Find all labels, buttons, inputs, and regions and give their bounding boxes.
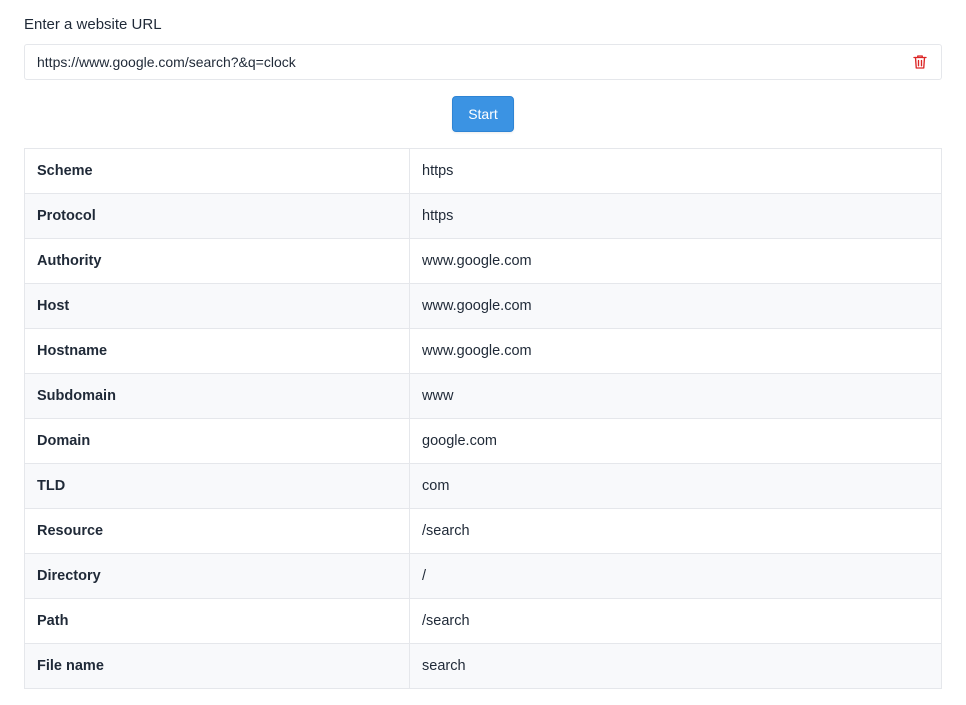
table-row: Authority www.google.com	[24, 238, 942, 284]
result-key: Resource	[24, 508, 410, 554]
url-input-group	[24, 44, 942, 80]
result-key: Authority	[24, 238, 410, 284]
table-row: Directory /	[24, 553, 942, 599]
result-table: Scheme https Protocol https Authority www.goo…	[24, 148, 942, 689]
table-row: Subdomain www	[24, 373, 942, 419]
result-key: Protocol	[24, 193, 410, 239]
table-row: Domain google.com	[24, 418, 942, 464]
result-value: search	[409, 643, 942, 689]
result-key: Directory	[24, 553, 410, 599]
result-key: TLD	[24, 463, 410, 509]
result-key: Host	[24, 283, 410, 329]
trash-icon	[913, 55, 927, 69]
result-value: /	[409, 553, 942, 599]
result-value: https	[409, 148, 942, 194]
result-key: Subdomain	[24, 373, 410, 419]
table-row: Scheme https	[24, 148, 942, 194]
result-key: Scheme	[24, 148, 410, 194]
result-key: Path	[24, 598, 410, 644]
result-value: /search	[409, 598, 942, 644]
table-row: Protocol https	[24, 193, 942, 239]
result-value: www.google.com	[409, 238, 942, 284]
url-label: Enter a website URL	[24, 16, 162, 33]
table-row: Host www.google.com	[24, 283, 942, 329]
url-parser-panel: Enter a website URL Start SchemehttpsPro…	[0, 0, 966, 705]
result-value: google.com	[409, 418, 942, 464]
result-value: www.google.com	[409, 328, 942, 374]
table-row: TLD com	[24, 463, 942, 509]
table-row: File name search	[24, 643, 942, 689]
result-value: /search	[409, 508, 942, 554]
table-row: Hostname www.google.com	[24, 328, 942, 374]
start-button[interactable]: Start	[452, 96, 514, 132]
table-row: Path/search	[24, 598, 942, 644]
table-row: Resource/search	[24, 508, 942, 554]
result-key: File name	[24, 643, 410, 689]
url-input[interactable]	[25, 45, 903, 79]
result-key: Hostname	[24, 328, 410, 374]
clear-url-button[interactable]	[903, 45, 937, 79]
result-key: Domain	[24, 418, 410, 464]
result-value: www.google.com	[409, 283, 942, 329]
result-value: https	[409, 193, 942, 239]
result-value: com	[409, 463, 942, 509]
result-value: www	[409, 373, 942, 419]
